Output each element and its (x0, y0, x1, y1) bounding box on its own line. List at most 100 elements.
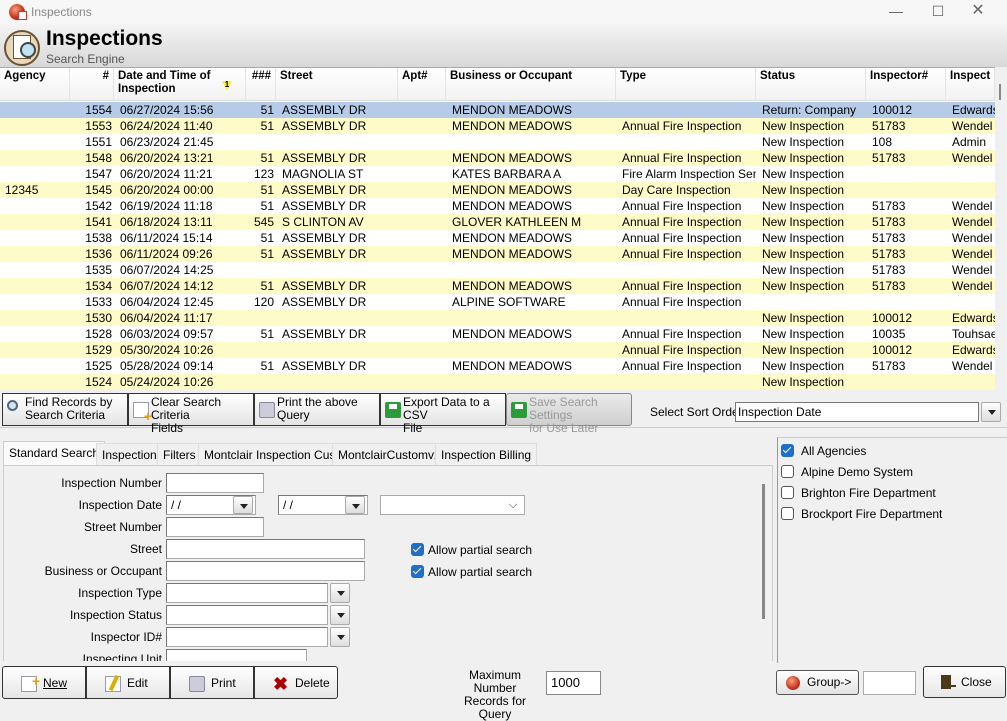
agency-checkbox-all[interactable] (781, 444, 794, 457)
date-from-dropdown-button[interactable] (233, 496, 253, 514)
cell-street: ASSEMBLY DR (282, 119, 367, 133)
inspector-id-select[interactable] (166, 627, 328, 647)
column-header-apt[interactable]: Apt# (398, 68, 446, 101)
cell-date: 06/23/2024 21:45 (120, 135, 214, 149)
inspector-id-dropdown-button[interactable] (330, 627, 350, 647)
grid-scrollbar[interactable] (995, 67, 1007, 390)
new-button[interactable]: New (2, 665, 86, 699)
street-input[interactable] (166, 539, 365, 559)
agency-checkbox-brockport[interactable] (781, 507, 794, 520)
cell-status: New Inspection (762, 359, 845, 373)
column-header-street[interactable]: Street (276, 68, 398, 101)
table-row[interactable]: 1534 06/07/2024 14:12 51 ASSEMBLY DR MENDON … (0, 278, 995, 294)
column-header-status[interactable]: Status (756, 68, 866, 101)
tab-standard-search[interactable]: Standard Search (3, 441, 106, 466)
new-document-icon (21, 665, 40, 698)
date-range-select[interactable] (380, 495, 525, 515)
tab-montclair-customv2[interactable]: MontclairCustomv2 (332, 443, 447, 465)
cell-street: ASSEMBLY DR (282, 279, 367, 293)
table-row[interactable]: 1529 05/30/2024 10:26 Annual Fire Inspecti… (0, 342, 995, 358)
form-scrollbar[interactable] (762, 484, 765, 619)
column-header-stnum[interactable]: ### (246, 68, 276, 101)
table-row[interactable]: 1547 06/20/2024 11:21 123 MAGNOLIA ST KATES … (0, 166, 995, 182)
max-records-input[interactable]: 1000 (546, 671, 601, 695)
find-records-button[interactable]: Find Records by Search Criteria (2, 393, 128, 426)
business-partial-checkbox[interactable] (411, 565, 424, 578)
cell-num: 1548 (85, 151, 112, 165)
cell-num: 1538 (85, 231, 112, 245)
table-row[interactable]: 1553 06/24/2024 11:40 51 ASSEMBLY DR MENDON … (0, 118, 995, 134)
inspection-status-dropdown-button[interactable] (330, 605, 350, 625)
inspection-status-select[interactable] (166, 605, 328, 625)
cell-street: ASSEMBLY DR (282, 199, 367, 213)
results-grid[interactable]: Agency # Date and Time of Inspection 1 ### St… (0, 67, 995, 390)
table-row[interactable]: 1530 06/04/2024 11:17 New Inspection 100012… (0, 310, 995, 326)
table-row[interactable]: 12345 1545 06/20/2024 00:00 51 ASSEMBLY DR ME… (0, 182, 995, 198)
column-header-num[interactable]: # (70, 68, 114, 101)
street-partial-checkbox[interactable] (411, 543, 424, 556)
delete-label: Delete (295, 676, 330, 690)
grid-header: Agency # Date and Time of Inspection 1 ### St… (0, 68, 995, 101)
table-row[interactable]: 1538 06/11/2024 15:14 51 ASSEMBLY DR MENDON … (0, 230, 995, 246)
table-row[interactable]: 1554 06/27/2024 15:56 51 ASSEMBLY DR MENDON … (0, 102, 995, 118)
save-settings-label-1: Save Search Settings (529, 395, 598, 422)
cell-stnum (246, 310, 274, 326)
inspection-type-select[interactable] (166, 583, 328, 603)
save-search-settings-button[interactable]: Save Search Settings for Use Later (506, 393, 632, 435)
column-header-agency[interactable]: Agency (0, 68, 70, 101)
edit-button[interactable]: Edit (86, 666, 170, 699)
table-row[interactable]: 1535 06/07/2024 14:25 New Inspection 51783 W… (0, 262, 995, 278)
cell-street: ASSEMBLY DR (282, 359, 367, 373)
table-row[interactable]: 1551 06/23/2024 21:45 New Inspection 108 Adm… (0, 134, 995, 150)
sort-order-select[interactable]: Inspection Date (735, 402, 979, 422)
cell-num: 1536 (85, 247, 112, 261)
inspecting-unit-input[interactable] (166, 649, 307, 661)
column-header-inspector-id[interactable]: Inspector# (866, 68, 946, 101)
sort-order-dropdown-button[interactable] (981, 402, 1001, 422)
cell-apt (404, 246, 446, 262)
group-button[interactable]: Group-> (776, 670, 859, 695)
close-window-button[interactable]: ✕ (958, 0, 998, 24)
cell-stnum: 545 (253, 215, 274, 229)
column-header-business[interactable]: Business or Occupant (446, 68, 616, 101)
group-input[interactable] (863, 671, 916, 695)
tab-inspection[interactable]: Inspection (96, 443, 163, 465)
table-row[interactable]: 1525 05/28/2024 09:14 51 ASSEMBLY DR MENDON … (0, 358, 995, 374)
inspection-number-input[interactable] (166, 473, 264, 493)
column-header-inspector[interactable]: Inspect (946, 68, 995, 101)
cell-agency (5, 342, 69, 358)
inspection-type-dropdown-button[interactable] (330, 583, 350, 603)
tab-montclair-inspection-cust[interactable]: Montclair Inspection Cust (198, 443, 345, 465)
clear-criteria-button[interactable]: Clear Search Criteria Fields (128, 393, 254, 435)
table-row[interactable]: 1528 06/03/2024 09:57 51 ASSEMBLY DR MENDON … (0, 326, 995, 342)
cell-inspector-id: 51783 (872, 231, 906, 245)
agency-checkbox-brighton[interactable] (781, 486, 794, 499)
delete-button[interactable]: ✖ Delete (254, 666, 338, 699)
inspector-id-label: Inspector ID# (90, 630, 162, 644)
agency-checkbox-alpine[interactable] (781, 465, 794, 478)
table-row[interactable]: 1541 06/18/2024 13:11 545 S CLINTON AV GLOVE… (0, 214, 995, 230)
close-button[interactable]: Close (923, 666, 1006, 698)
column-header-type[interactable]: Type (616, 68, 756, 101)
export-csv-button[interactable]: Export Data to a CSV File (380, 393, 506, 435)
tab-filters[interactable]: Filters (157, 443, 202, 465)
minimize-button[interactable]: — (876, 0, 916, 24)
maximize-button[interactable]: ☐ (918, 0, 958, 24)
table-row[interactable]: 1542 06/19/2024 11:18 51 ASSEMBLY DR MENDON … (0, 198, 995, 214)
print-button[interactable]: Print (170, 666, 254, 699)
cell-inspector-id: 100012 (872, 343, 913, 357)
date-to-dropdown-button[interactable] (345, 496, 365, 514)
cell-type: Day Care Inspection (622, 183, 731, 197)
table-row[interactable]: 1548 06/20/2024 13:21 51 ASSEMBLY DR MENDON … (0, 150, 995, 166)
street-number-input[interactable] (166, 517, 264, 537)
table-row[interactable]: 1524 05/24/2024 10:26 New Inspection (0, 374, 995, 390)
print-query-button[interactable]: Print the above Query (254, 393, 380, 426)
cell-inspector: Edwards (952, 343, 995, 357)
tab-inspection-billing[interactable]: Inspection Billing (435, 443, 538, 465)
table-row[interactable]: 1533 06/04/2024 12:45 120 ASSEMBLY DR ALPINE… (0, 294, 995, 310)
table-row[interactable]: 1536 06/11/2024 09:26 51 ASSEMBLY DR MENDON … (0, 246, 995, 262)
scrollbar-thumb[interactable] (999, 84, 1001, 100)
cell-inspector-id: 51783 (872, 279, 906, 293)
business-input[interactable] (166, 561, 365, 581)
cell-apt (404, 102, 446, 118)
